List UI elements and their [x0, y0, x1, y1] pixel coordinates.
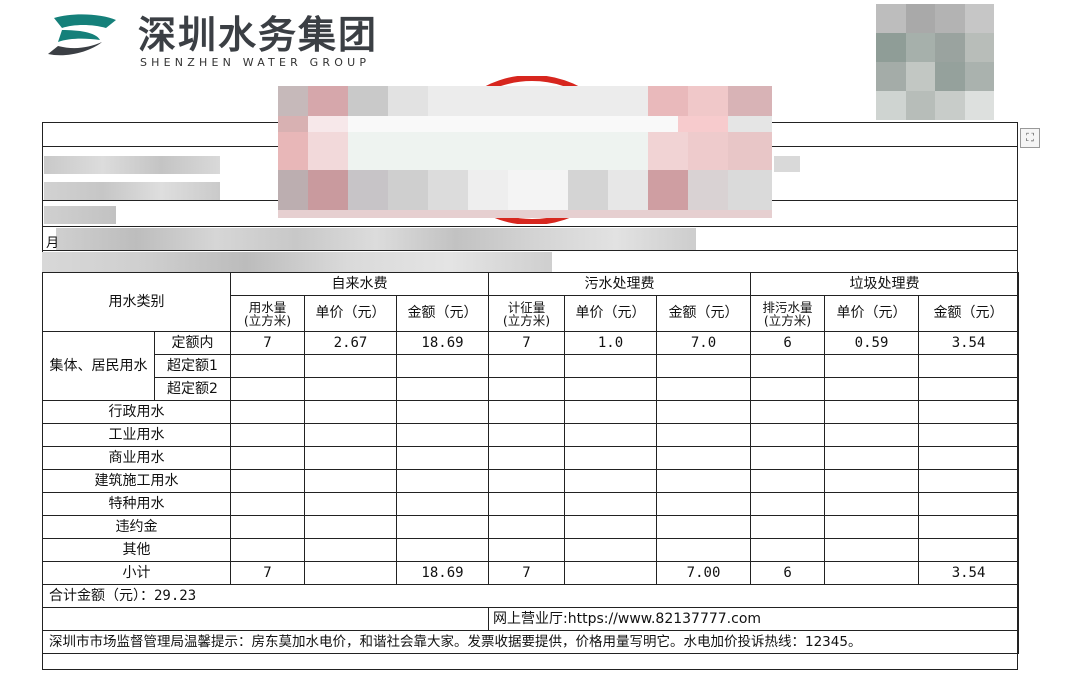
group-header: 污水处理费 [487, 272, 752, 296]
logo-icon [48, 14, 116, 56]
table-cell: 1.0 [564, 331, 657, 355]
column-header: 排污水量 (立方米) [750, 295, 826, 332]
total-row: 合计金额（元）：29.23 [41, 584, 1020, 608]
row-label: 特种用水 [42, 492, 231, 516]
total-label: 合计金额（元）： [49, 587, 154, 604]
column-header: 单价（元） [824, 295, 920, 332]
month-label: 月 [46, 236, 60, 251]
redacted-field [44, 206, 116, 224]
seal-redaction [278, 76, 772, 224]
row-label: 违约金 [42, 515, 231, 539]
table-cell: 18.69 [396, 331, 489, 355]
table-cell: 18.69 [396, 561, 489, 585]
column-header: 用水量 (立方米) [230, 295, 305, 332]
row-label: 集体、居民用水 [42, 331, 155, 401]
row-label: 商业用水 [42, 446, 231, 470]
redacted-field [774, 156, 800, 172]
total-value: 29.23 [154, 587, 197, 604]
table-cell: 7 [488, 561, 565, 585]
table-cell: 2.67 [304, 331, 397, 355]
table-cell [824, 561, 920, 585]
notice-text: 深圳市市场监督管理局温馨提示：房东莫加水电价，和谐社会靠大家。发票收据要提供，价… [41, 630, 1020, 654]
table-cell [564, 561, 657, 585]
table-cell: 3.54 [918, 561, 1020, 585]
brand-subtitle: SHENZHEN WATER GROUP [140, 56, 371, 69]
row-label: 工业用水 [42, 423, 231, 447]
fee-table: 用水类别 自来水费 污水处理费 垃圾处理费 用水量 (立方米) 单价（元） 金额… [41, 272, 1020, 654]
redacted-field [44, 156, 220, 174]
column-header: 金额（元） [918, 295, 1020, 332]
tier-label: 超定额2 [154, 377, 231, 401]
table-cell: 0.59 [824, 331, 920, 355]
group-header: 垃圾处理费 [750, 272, 1020, 296]
column-header: 计征量 (立方米) [488, 295, 565, 332]
column-header: 金额（元） [396, 295, 489, 332]
tier-label: 定额内 [154, 331, 231, 355]
redacted-field [56, 228, 696, 250]
redacted-field [42, 252, 552, 272]
subtotal-label: 小计 [42, 561, 231, 585]
column-header: 单价（元） [564, 295, 657, 332]
online-hall: 网上营业厅:https://www.82137777.com [487, 607, 1020, 631]
group-header: 自来水费 [230, 272, 489, 296]
qr-code [876, 4, 994, 120]
table-cell: 7 [230, 561, 305, 585]
fullscreen-icon[interactable]: ⛶ [1020, 128, 1040, 148]
column-header: 单价（元） [304, 295, 397, 332]
table-cell: 6 [750, 331, 826, 355]
brand-title: 深圳水务集团 [138, 13, 379, 57]
table-cell: 3.54 [918, 331, 1020, 355]
table-cell: 7.0 [655, 331, 752, 355]
row-label: 其他 [42, 538, 231, 562]
row-label: 行政用水 [42, 400, 231, 424]
table-cell: 7.00 [655, 561, 752, 585]
row-label: 建筑施工用水 [42, 469, 231, 493]
divider [42, 226, 1018, 227]
table-cell [304, 561, 397, 585]
redacted-field [44, 182, 220, 200]
divider [42, 250, 1018, 251]
column-header: 金额（元） [655, 295, 752, 332]
table-cell: 6 [750, 561, 826, 585]
category-header: 用水类别 [42, 272, 231, 332]
tier-label: 超定额1 [154, 354, 231, 378]
table-cell: 7 [488, 331, 565, 355]
table-cell: 7 [230, 331, 305, 355]
